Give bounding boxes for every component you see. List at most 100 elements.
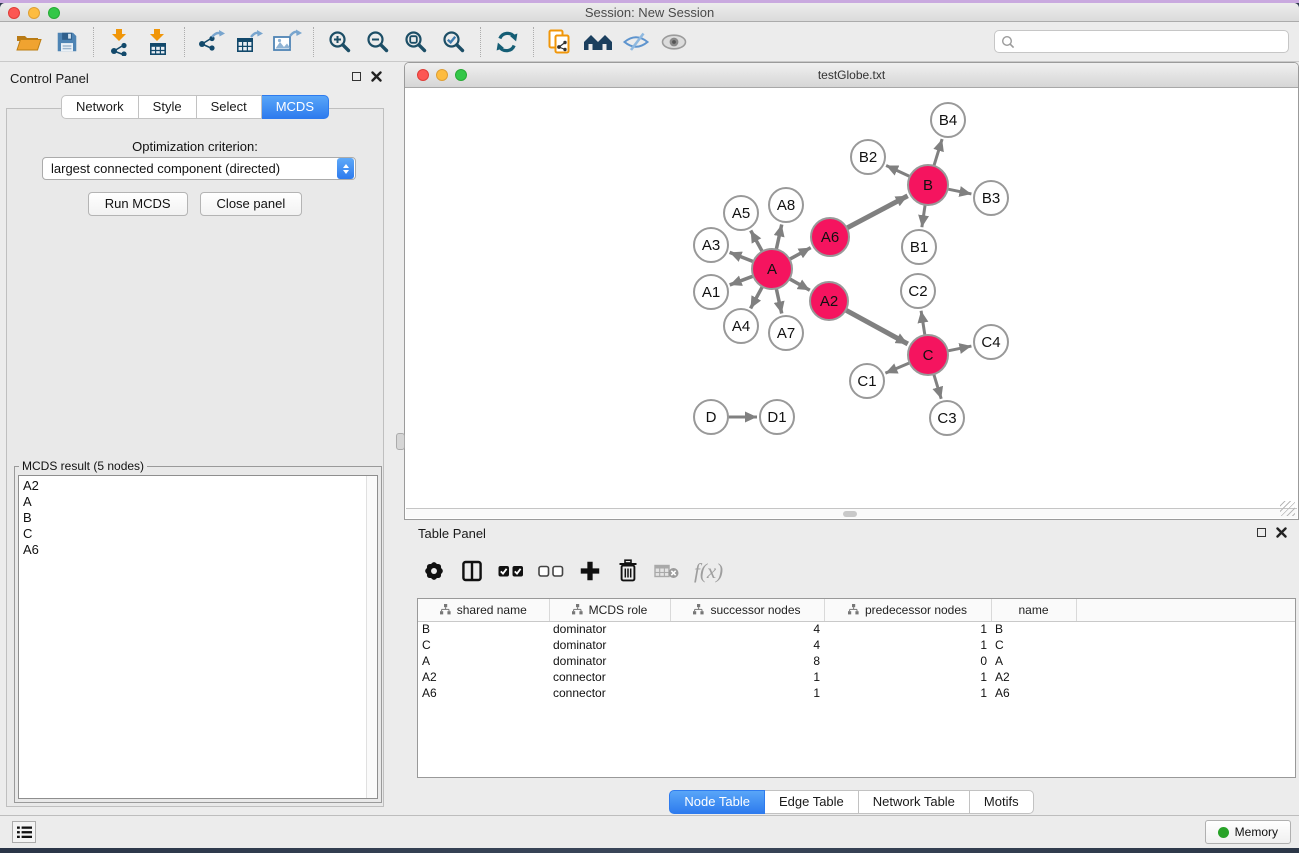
export-table-icon[interactable] [230, 25, 268, 59]
new-network-from-selection-icon[interactable] [541, 25, 579, 59]
delete-table-icon[interactable] [654, 556, 680, 586]
graph-node-B2[interactable]: B2 [851, 140, 885, 174]
graph-edge-C-C1[interactable] [885, 363, 909, 373]
export-image-icon[interactable] [268, 25, 306, 59]
search-field[interactable] [994, 30, 1289, 53]
table-row[interactable]: A6connector11A6 [418, 685, 1295, 701]
table-row[interactable]: A2connector11A2 [418, 669, 1295, 685]
graph-node-B[interactable]: B [908, 165, 948, 205]
graph-node-B1[interactable]: B1 [902, 230, 936, 264]
task-history-button[interactable] [12, 821, 36, 843]
graph-node-C3[interactable]: C3 [930, 401, 964, 435]
table-row[interactable]: Bdominator41B [418, 621, 1295, 637]
graph-node-C4[interactable]: C4 [974, 325, 1008, 359]
graph-node-C[interactable]: C [908, 335, 948, 375]
tab-mcds[interactable]: MCDS [262, 95, 329, 119]
graph-node-A5[interactable]: A5 [724, 196, 758, 230]
open-session-icon[interactable] [10, 25, 48, 59]
graph-edge-B-B1[interactable] [922, 205, 925, 227]
close-table-panel-icon[interactable] [1276, 527, 1287, 538]
table-row[interactable]: Adominator80A [418, 653, 1295, 669]
graph-edge-A-A3[interactable] [730, 252, 754, 261]
mcds-result-list[interactable]: A2ABCA6 [18, 475, 378, 799]
column-header-predecessor-nodes[interactable]: predecessor nodes [824, 599, 991, 621]
import-network-icon[interactable] [101, 25, 139, 59]
result-item[interactable]: A [23, 494, 377, 510]
result-item[interactable]: C [23, 526, 377, 542]
zoom-out-icon[interactable] [359, 25, 397, 59]
hide-selected-icon[interactable] [617, 25, 655, 59]
float-table-panel-icon[interactable] [1257, 528, 1266, 537]
graph-edge-B-B2[interactable] [886, 165, 910, 176]
graph-node-C2[interactable]: C2 [901, 274, 935, 308]
network-window-titlebar[interactable]: testGlobe.txt [405, 63, 1298, 88]
tab-motifs[interactable]: Motifs [970, 790, 1034, 814]
column-header-shared-name[interactable]: shared name [418, 599, 549, 621]
graph-edge-C-C4[interactable] [948, 346, 972, 351]
graph-edge-A6-B[interactable] [847, 196, 908, 228]
graph-edge-A-A5[interactable] [751, 230, 763, 251]
graph-node-D1[interactable]: D1 [760, 400, 794, 434]
tab-node-table[interactable]: Node Table [669, 790, 765, 814]
graph-edge-B-B4[interactable] [934, 139, 942, 166]
graph-node-B4[interactable]: B4 [931, 103, 965, 137]
export-network-icon[interactable] [192, 25, 230, 59]
graph-edge-A-A6[interactable] [790, 248, 811, 260]
graph-edge-A-A1[interactable] [730, 276, 754, 285]
tab-select[interactable]: Select [197, 95, 262, 119]
graph-node-A7[interactable]: A7 [769, 316, 803, 350]
tab-style[interactable]: Style [139, 95, 197, 119]
column-panel-icon[interactable] [460, 556, 484, 586]
zoom-in-icon[interactable] [321, 25, 359, 59]
tab-network[interactable]: Network [61, 95, 139, 119]
close-panel-button[interactable]: Close panel [200, 192, 303, 216]
graph-edge-A2-C[interactable] [846, 310, 908, 344]
result-item[interactable]: A6 [23, 542, 377, 558]
float-panel-icon[interactable] [352, 72, 361, 81]
graph-edge-A-A4[interactable] [751, 287, 763, 309]
window-resize-grip[interactable] [1280, 501, 1295, 516]
graph-node-A3[interactable]: A3 [694, 228, 728, 262]
memory-button[interactable]: Memory [1205, 820, 1291, 844]
table-row[interactable]: Cdominator41C [418, 637, 1295, 653]
import-table-icon[interactable] [139, 25, 177, 59]
graph-edge-A-A2[interactable] [789, 279, 809, 290]
graph-node-A[interactable]: A [752, 249, 792, 289]
column-header-successor-nodes[interactable]: successor nodes [670, 599, 824, 621]
result-item[interactable]: A2 [23, 478, 377, 494]
save-session-icon[interactable] [48, 25, 86, 59]
graph-node-A2[interactable]: A2 [810, 282, 848, 320]
tab-edge-table[interactable]: Edge Table [765, 790, 859, 814]
zoom-selected-icon[interactable] [435, 25, 473, 59]
graph-node-B3[interactable]: B3 [974, 181, 1008, 215]
graph-edge-C-C3[interactable] [934, 374, 941, 399]
network-hscroll-thumb[interactable] [843, 511, 857, 517]
graph-edge-B-B3[interactable] [948, 189, 972, 194]
graph-node-A4[interactable]: A4 [724, 309, 758, 343]
apply-layout-refresh-icon[interactable] [488, 25, 526, 59]
search-input[interactable] [1019, 33, 1288, 51]
tab-network-table[interactable]: Network Table [859, 790, 970, 814]
criterion-select[interactable]: largest connected component (directed) [42, 157, 356, 180]
first-neighbors-icon[interactable] [579, 25, 617, 59]
split-pane-handle[interactable] [396, 433, 405, 450]
column-header-mcds-role[interactable]: MCDS role [549, 599, 670, 621]
graph-node-A1[interactable]: A1 [694, 275, 728, 309]
function-builder-icon[interactable]: f(x) [694, 556, 723, 586]
graph-node-C1[interactable]: C1 [850, 364, 884, 398]
network-graph[interactable]: AA1A2A3A4A5A6A7A8BB1B2B3B4CC1C2C3C4DD1 [406, 88, 1297, 518]
graph-node-D[interactable]: D [694, 400, 728, 434]
settings-gear-icon[interactable] [422, 556, 446, 586]
result-item[interactable]: B [23, 510, 377, 526]
network-canvas[interactable]: AA1A2A3A4A5A6A7A8BB1B2B3B4CC1C2C3C4DD1 [406, 88, 1297, 518]
graph-edge-C-C2[interactable] [921, 311, 925, 335]
network-hscrollbar[interactable] [406, 508, 1297, 518]
zoom-fit-icon[interactable] [397, 25, 435, 59]
column-header-name[interactable]: name [991, 599, 1076, 621]
delete-column-trash-icon[interactable] [616, 556, 640, 586]
add-column-icon[interactable] [578, 556, 602, 586]
select-all-checkboxes-icon[interactable] [498, 556, 524, 586]
graph-node-A8[interactable]: A8 [769, 188, 803, 222]
deselect-all-checkboxes-icon[interactable] [538, 556, 564, 586]
graph-edge-A-A8[interactable] [776, 225, 781, 250]
